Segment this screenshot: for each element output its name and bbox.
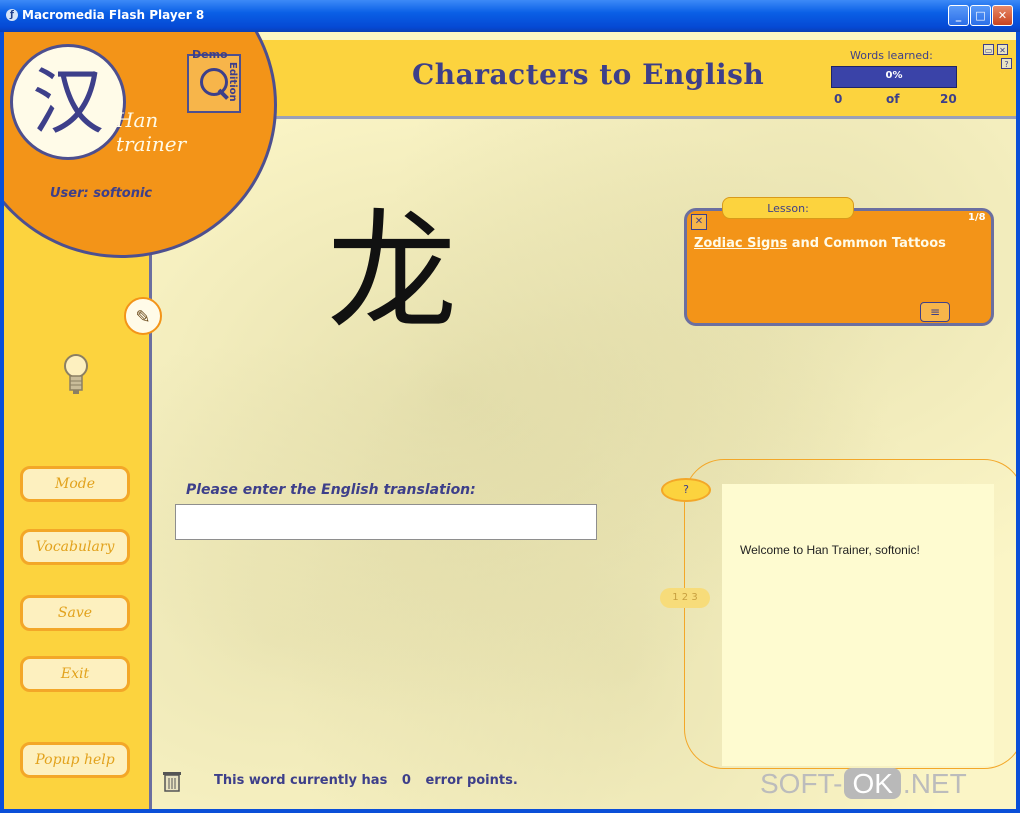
lesson-close-icon[interactable]: ✕ bbox=[691, 214, 707, 230]
help-question-button[interactable]: ? bbox=[661, 478, 711, 502]
help-message: Welcome to Han Trainer, softonic! bbox=[740, 543, 920, 557]
progress-from: 0 bbox=[834, 92, 843, 106]
app-help-icon[interactable]: ? bbox=[1001, 58, 1012, 69]
words-learned-progress: 0% bbox=[831, 66, 957, 88]
watermark-right: .NET bbox=[902, 768, 967, 799]
close-window-button[interactable]: ✕ bbox=[992, 5, 1013, 26]
user-label: User: softonic bbox=[50, 186, 153, 201]
lesson-count: 1/8 bbox=[968, 212, 986, 223]
window-frame-right bbox=[1016, 32, 1020, 813]
window-title: Macromedia Flash Player 8 bbox=[22, 8, 205, 22]
logo-character: 汉 bbox=[31, 60, 104, 144]
watermark-left: SOFT- bbox=[760, 768, 843, 799]
translation-input[interactable] bbox=[175, 504, 597, 540]
status-suffix: error points. bbox=[425, 773, 518, 788]
demo-label: Demo bbox=[192, 48, 228, 61]
flash-player-icon: ƒ bbox=[6, 9, 18, 21]
lightbulb-icon[interactable] bbox=[62, 350, 90, 400]
lesson-title: Zodiac Signs and Common Tattoos bbox=[694, 236, 946, 251]
help-page-selector[interactable]: 1 2 3 bbox=[660, 588, 710, 608]
progress-percent: 0% bbox=[885, 70, 903, 81]
maximize-button[interactable]: □ bbox=[970, 5, 991, 26]
popup-help-button[interactable]: Popup help bbox=[20, 742, 130, 778]
save-button[interactable]: Save bbox=[20, 595, 130, 631]
progress-to: 20 bbox=[940, 92, 957, 106]
minimize-button[interactable]: _ bbox=[948, 5, 969, 26]
app-canvas: 汉 Han trainer User: softonic Demo Editio… bbox=[4, 32, 1016, 809]
page-title: Characters to English bbox=[412, 58, 765, 91]
error-count: 0 bbox=[401, 773, 411, 788]
progress-of: of bbox=[886, 92, 900, 106]
mode-button[interactable]: Mode bbox=[20, 466, 130, 502]
lesson-list-icon[interactable]: ≡ bbox=[920, 302, 950, 322]
error-status: This word currently has 0 error points. bbox=[214, 773, 518, 788]
translation-prompt: Please enter the English translation: bbox=[186, 482, 476, 498]
window-frame-bottom bbox=[0, 809, 1020, 813]
fullscreen-icon[interactable]: ▭ bbox=[983, 44, 994, 55]
status-prefix: This word currently has bbox=[214, 773, 388, 788]
lesson-link[interactable]: Zodiac Signs bbox=[694, 236, 787, 251]
watermark-ok: OK bbox=[844, 768, 901, 799]
app-close-icon[interactable]: ✕ bbox=[997, 44, 1008, 55]
lesson-title-rest: and Common Tattoos bbox=[787, 236, 946, 251]
logo-text: Han trainer bbox=[116, 108, 187, 156]
edition-label: Edition bbox=[227, 62, 238, 102]
window-titlebar[interactable]: ƒ Macromedia Flash Player 8 _ □ ✕ bbox=[0, 0, 1020, 32]
pencil-icon[interactable]: ✎ bbox=[124, 297, 162, 335]
vocabulary-button[interactable]: Vocabulary bbox=[20, 529, 130, 565]
exit-button[interactable]: Exit bbox=[20, 656, 130, 692]
watermark: SOFT- OK .NET bbox=[760, 768, 967, 800]
help-panel bbox=[722, 484, 994, 766]
trash-icon[interactable] bbox=[162, 769, 182, 793]
quiz-character: 龙 bbox=[326, 196, 457, 348]
lesson-tab: Lesson: bbox=[722, 197, 854, 219]
logo-circle: 汉 bbox=[10, 44, 126, 160]
words-learned-label: Words learned: bbox=[850, 49, 933, 62]
